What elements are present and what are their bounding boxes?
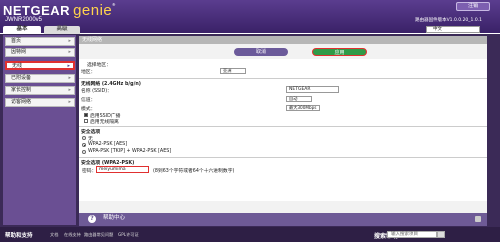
footer-support-title: 帮助和支持 — [5, 233, 33, 239]
password-label: 密码： — [82, 169, 97, 174]
region-label: 地区： — [81, 70, 96, 75]
security-none-radio[interactable] — [82, 136, 86, 140]
security-mixed-label: WPA-PSK [TKIP] + WPA2-PSK [AES] — [88, 149, 172, 154]
search-input[interactable]: 输入搜索项目 — [387, 231, 437, 238]
divider — [79, 126, 487, 127]
tab-basic[interactable]: 基本 — [3, 26, 41, 34]
sidebar: 首页 ▸ 因特网 ▸ 无线 ▸ 已附设备 ▸ 家长控制 ▸ 访客网络 ▸ — [3, 35, 76, 225]
language-select[interactable]: 中文 — [426, 26, 480, 33]
sidebar-item-internet[interactable]: 因特网 ▸ — [5, 48, 75, 57]
chevron-right-icon: ▸ — [68, 87, 71, 93]
ssid-broadcast-checkbox[interactable] — [84, 113, 88, 117]
security-none-label: 无 — [88, 137, 93, 142]
security-section-title: 安全选项 — [81, 130, 101, 135]
mode-label: 模式： — [81, 107, 96, 112]
security-mixed-radio[interactable] — [82, 150, 86, 154]
wireless-section-title: 无线网络 (2.4GHz b/g/n) — [81, 82, 141, 87]
sidebar-item-label: 已附设备 — [11, 75, 32, 81]
tab-advanced[interactable]: 高级 — [44, 26, 80, 34]
footer-link-gpl[interactable]: GPL许可证 — [118, 232, 139, 238]
sidebar-item-parental-controls[interactable]: 家长控制 ▸ — [5, 86, 75, 95]
chevron-right-icon: ▸ — [68, 38, 71, 44]
ssid-input[interactable]: NETGEAR — [286, 86, 339, 93]
sidebar-item-wireless[interactable]: 无线 ▸ — [5, 61, 75, 70]
brand-registered-mark: ® — [112, 2, 116, 7]
security-wpa2-radio[interactable] — [82, 143, 86, 147]
region-select[interactable]: 亚洲 — [220, 68, 246, 74]
footer-link-faq[interactable]: 路由器常见问题 — [84, 232, 113, 238]
password-input[interactable]: meiyumima — [96, 166, 149, 173]
sidebar-item-attached-devices[interactable]: 已附设备 ▸ — [5, 74, 75, 83]
help-center-label: 帮助中心 — [103, 215, 126, 221]
button-bar: 取消 应用 — [79, 48, 487, 59]
channel-select[interactable]: 自动 — [286, 96, 312, 102]
region-section-title: 选择地区： — [87, 63, 111, 68]
help-center-bar[interactable]: ? 帮助中心 — [79, 213, 487, 226]
firmware-version: 路由器固件版本V1.0.0.20_1.0.1 — [415, 18, 482, 23]
sidebar-item-label: 首页 — [11, 38, 22, 44]
chevron-right-icon: ▸ — [67, 63, 70, 69]
question-icon: ? — [88, 215, 96, 223]
main-panel: 无线网络 取消 应用 选择地区： 地区： 亚洲 无线网络 (2.4GHz b/g… — [79, 36, 487, 226]
chevron-right-icon: ▸ — [68, 75, 71, 81]
sidebar-item-label: 访客网络 — [11, 99, 32, 105]
security-options-title: 安全选项 (WPA2-PSK) — [81, 161, 135, 166]
page-title: 无线网络 — [79, 36, 487, 44]
settings-content: 选择地区： 地区： 亚洲 无线网络 (2.4GHz b/g/n) 名称 (SSI… — [79, 59, 487, 201]
chevron-right-icon: ▸ — [68, 99, 71, 105]
brand-genie: genie — [73, 2, 113, 19]
isolation-checkbox[interactable] — [84, 119, 88, 123]
apply-button[interactable]: 应用 — [312, 48, 367, 56]
sidebar-item-label: 无线 — [12, 63, 23, 69]
footer-link-online-support[interactable]: 在线支持 — [64, 232, 81, 238]
channel-label: 信道： — [81, 98, 96, 103]
sidebar-item-guest-network[interactable]: 访客网络 ▸ — [5, 98, 75, 107]
divider — [79, 78, 487, 79]
ssid-label: 名称 (SSID)： — [81, 89, 112, 94]
cancel-button[interactable]: 取消 — [234, 48, 288, 56]
isolation-label: 启用无线隔离 — [90, 120, 119, 125]
mode-select[interactable]: 最大300Mbps — [286, 105, 320, 111]
footer-link-docs[interactable]: 文档 — [50, 232, 58, 238]
sidebar-item-home[interactable]: 首页 ▸ — [5, 37, 75, 46]
footer-bar: 帮助和支持 文档 在线支持 路由器常见问题 GPL许可证 搜索帮助 输入搜索项目 — [0, 227, 500, 242]
expand-icon[interactable] — [475, 216, 481, 222]
sidebar-item-label: 因特网 — [11, 49, 27, 55]
password-hint: (8到63个字符或者64个十六进制数字) — [153, 169, 235, 174]
search-button[interactable] — [437, 231, 445, 238]
model-name: JWNR2000v5 — [5, 17, 43, 23]
logout-button[interactable]: 注销 — [456, 2, 490, 11]
divider — [79, 157, 487, 158]
brand-name: NETGEAR — [3, 3, 71, 18]
security-wpa2-label: WPA2-PSK [AES] — [88, 142, 128, 147]
chevron-right-icon: ▸ — [68, 49, 71, 55]
sidebar-item-label: 家长控制 — [11, 87, 32, 93]
